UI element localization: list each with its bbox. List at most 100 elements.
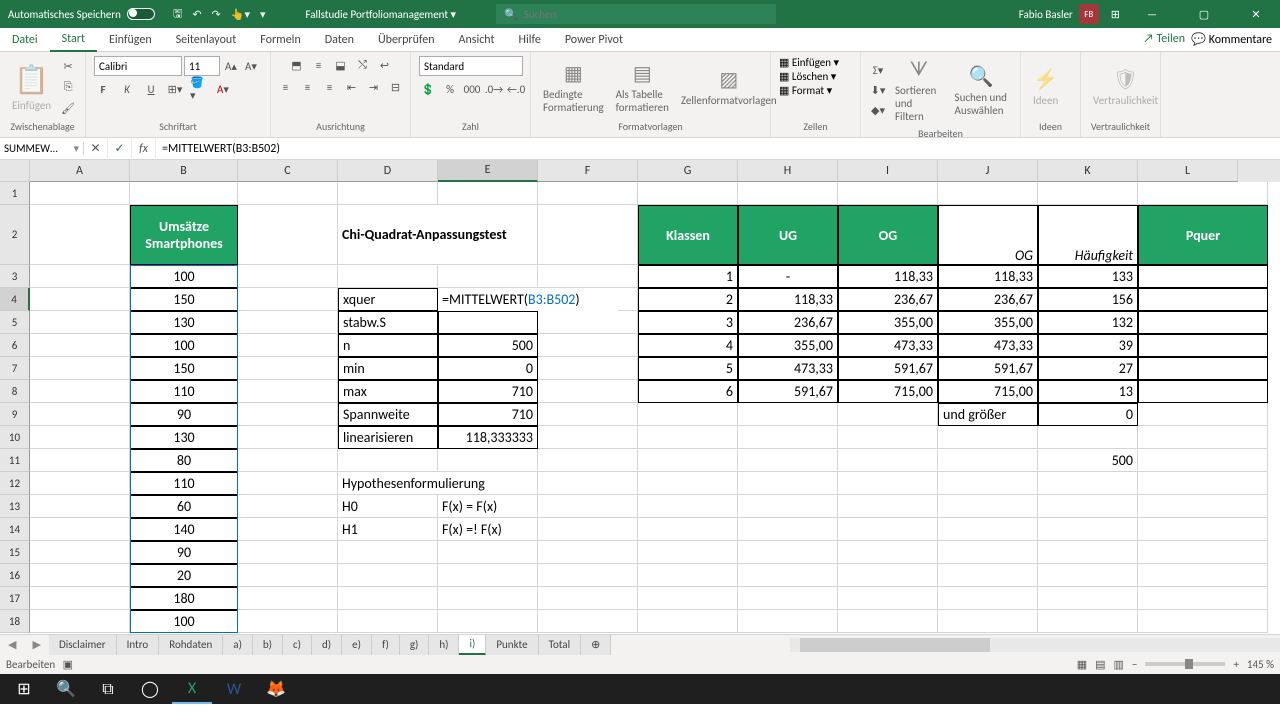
- sheet-tab[interactable]: g): [400, 635, 430, 655]
- cell-F9[interactable]: [538, 403, 638, 426]
- cell-B5[interactable]: 130: [130, 311, 238, 334]
- sheet-tab[interactable]: f): [372, 635, 400, 655]
- row-header[interactable]: 3: [0, 265, 30, 288]
- cell-L6[interactable]: [1138, 334, 1268, 357]
- align-middle-icon[interactable]: ≡: [310, 56, 328, 74]
- cell-F12[interactable]: [538, 472, 638, 495]
- cell-D13[interactable]: H0: [338, 495, 438, 518]
- tab-insert[interactable]: Einfügen: [97, 28, 164, 52]
- find-select-button[interactable]: 🔍Suchen und Auswählen: [951, 62, 1012, 119]
- cell-C12[interactable]: [238, 472, 338, 495]
- sheet-tab[interactable]: Intro: [117, 635, 160, 655]
- cell-H4[interactable]: 118,33: [738, 288, 838, 311]
- cell-H16[interactable]: [738, 564, 838, 587]
- cells-format-button[interactable]: ▦ Format ▾: [779, 84, 832, 97]
- cell-G9[interactable]: [638, 403, 738, 426]
- cell-H11[interactable]: [738, 449, 838, 472]
- cut-icon[interactable]: ✂: [59, 57, 77, 75]
- cell-J10[interactable]: [938, 426, 1038, 449]
- cell-L3[interactable]: [1138, 265, 1268, 288]
- merge-icon[interactable]: ⊟: [387, 78, 405, 96]
- tab-view[interactable]: Ansicht: [447, 28, 507, 52]
- cells-delete-button[interactable]: ▦ Löschen ▾: [779, 70, 836, 83]
- cell-B8[interactable]: 110: [130, 380, 238, 403]
- cell-C11[interactable]: [238, 449, 338, 472]
- cell-A10[interactable]: [30, 426, 130, 449]
- cell-E17[interactable]: [438, 587, 538, 610]
- cell-I4[interactable]: 236,67: [838, 288, 938, 311]
- sheet-tab[interactable]: h): [429, 635, 459, 655]
- cell-J17[interactable]: [938, 587, 1038, 610]
- fx-icon[interactable]: fx: [132, 138, 156, 160]
- sheet-tab[interactable]: c): [283, 635, 312, 655]
- firefox-taskbar-icon[interactable]: 🦊: [256, 674, 296, 704]
- cell-J18[interactable]: [938, 610, 1038, 633]
- ideas-button[interactable]: ⚡Ideen: [1029, 65, 1062, 109]
- spreadsheet-grid[interactable]: A B C D E F G H I J K L 1234567891011121…: [0, 160, 1280, 634]
- cell-C13[interactable]: [238, 495, 338, 518]
- clear-icon[interactable]: ◆▾: [869, 102, 887, 120]
- cell-I10[interactable]: [838, 426, 938, 449]
- cell-C1[interactable]: [238, 182, 338, 205]
- formula-input[interactable]: =MITTELWERT(B3:B502): [156, 142, 1280, 156]
- currency-icon[interactable]: 💲: [419, 80, 437, 98]
- align-bottom-icon[interactable]: ⬓: [332, 56, 350, 74]
- cell-J6[interactable]: 473,33: [938, 334, 1038, 357]
- cell-H14[interactable]: [738, 518, 838, 541]
- cell-C8[interactable]: [238, 380, 338, 403]
- align-right-icon[interactable]: ≡: [321, 78, 339, 96]
- cell-G12[interactable]: [638, 472, 738, 495]
- cell-I5[interactable]: 355,00: [838, 311, 938, 334]
- cell-E7[interactable]: 0: [438, 357, 538, 380]
- cell-G14[interactable]: [638, 518, 738, 541]
- cell-styles-button[interactable]: ▨Zellenformatvorlagen: [677, 65, 781, 109]
- cell-G8[interactable]: 6: [638, 380, 738, 403]
- cell-L18[interactable]: [1138, 610, 1268, 633]
- cell-A4[interactable]: [30, 288, 130, 311]
- row-header[interactable]: 13: [0, 495, 30, 518]
- align-center-icon[interactable]: ≡: [299, 78, 317, 96]
- cell-I16[interactable]: [838, 564, 938, 587]
- tab-data[interactable]: Daten: [313, 28, 366, 52]
- cell-I8[interactable]: 715,00: [838, 380, 938, 403]
- cell-A17[interactable]: [30, 587, 130, 610]
- cell-E15[interactable]: [438, 541, 538, 564]
- sheet-tab[interactable]: Punkte: [486, 635, 538, 655]
- maximize-button[interactable]: ▢: [1184, 0, 1224, 28]
- undo-icon[interactable]: ↶: [192, 8, 201, 21]
- cell-K4[interactable]: 156: [1038, 288, 1138, 311]
- cell-I18[interactable]: [838, 610, 938, 633]
- cell-C16[interactable]: [238, 564, 338, 587]
- cell-H5[interactable]: 236,67: [738, 311, 838, 334]
- cell-I17[interactable]: [838, 587, 938, 610]
- cell-H17[interactable]: [738, 587, 838, 610]
- cell-K11[interactable]: 500: [1038, 449, 1138, 472]
- sheet-tab[interactable]: Disclaimer: [49, 635, 117, 655]
- word-taskbar-icon[interactable]: W: [214, 674, 254, 704]
- cell-J15[interactable]: [938, 541, 1038, 564]
- cell-I7[interactable]: 591,67: [838, 357, 938, 380]
- cell-H13[interactable]: [738, 495, 838, 518]
- cell-I3[interactable]: 118,33: [838, 265, 938, 288]
- cell-E16[interactable]: [438, 564, 538, 587]
- cell-K13[interactable]: [1038, 495, 1138, 518]
- cell-G16[interactable]: [638, 564, 738, 587]
- sort-filter-button[interactable]: ᗐSortieren und Filtern: [891, 56, 947, 125]
- cell-H3[interactable]: -: [738, 265, 838, 288]
- cell-F14[interactable]: [538, 518, 638, 541]
- row-header[interactable]: 15: [0, 541, 30, 564]
- cell-A14[interactable]: [30, 518, 130, 541]
- cell-I14[interactable]: [838, 518, 938, 541]
- sheet-tab[interactable]: i): [459, 635, 486, 655]
- excel-taskbar-icon[interactable]: X: [172, 674, 212, 704]
- row-header[interactable]: 16: [0, 564, 30, 587]
- align-top-icon[interactable]: ⬒: [288, 56, 306, 74]
- cell-K6[interactable]: 39: [1038, 334, 1138, 357]
- tab-review[interactable]: Überprüfen: [366, 28, 447, 52]
- cell-C15[interactable]: [238, 541, 338, 564]
- cell-G15[interactable]: [638, 541, 738, 564]
- col-header[interactable]: D: [338, 160, 438, 182]
- fill-color-icon[interactable]: 🪣▾: [190, 80, 208, 98]
- cell-C3[interactable]: [238, 265, 338, 288]
- row-header[interactable]: 18: [0, 610, 30, 633]
